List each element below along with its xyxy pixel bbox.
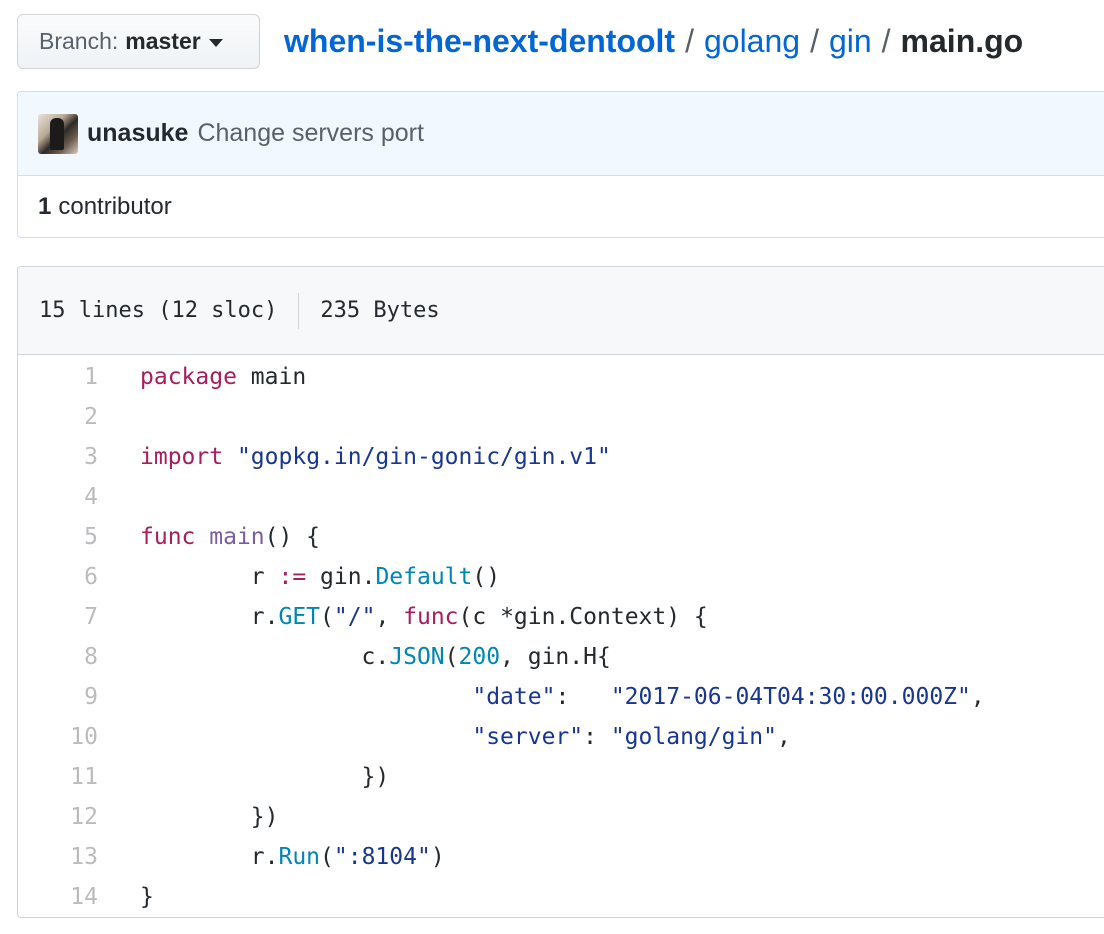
file-lines-info: 15 lines (12 sloc): [39, 298, 278, 323]
breadcrumb-golang-link[interactable]: golang: [704, 23, 800, 60]
line-number[interactable]: 4: [18, 484, 98, 510]
line-number[interactable]: 11: [18, 764, 98, 790]
code-line: 1 package main: [18, 357, 1104, 397]
code-content: c.JSON(200, gin.H{: [140, 644, 611, 670]
breadcrumb-gin-link[interactable]: gin: [829, 23, 872, 60]
code-line: 4: [18, 477, 1104, 517]
code-content: "server": "golang/gin",: [472, 724, 791, 750]
branch-label: Branch:: [39, 28, 119, 54]
breadcrumb: when-is-the-next-dentoolt / golang / gin…: [284, 19, 1023, 63]
contributors-count: 1: [38, 193, 52, 220]
line-number[interactable]: 7: [18, 604, 98, 630]
contributors-row[interactable]: 1 contributor: [18, 176, 1104, 237]
code-line: 7 r.GET("/", func(c *gin.Context) {: [18, 597, 1104, 637]
file-size: 235 Bytes: [320, 298, 440, 323]
contributors-label: contributor: [58, 193, 172, 220]
code-content: "date": "2017-06-04T04:30:00.000Z",: [472, 684, 985, 710]
file-viewer: 15 lines (12 sloc) 235 Bytes 1 package m…: [17, 266, 1104, 918]
code-line: 9 "date": "2017-06-04T04:30:00.000Z",: [18, 677, 1104, 717]
file-info-divider: [298, 292, 300, 329]
breadcrumb-file-name: main.go: [900, 22, 1024, 59]
line-number[interactable]: 14: [18, 884, 98, 910]
code-content: r.Run(":8104"): [140, 844, 445, 870]
line-number[interactable]: 12: [18, 804, 98, 830]
breadcrumb-separator: /: [810, 22, 819, 59]
code-line: 6 r := gin.Default(): [18, 557, 1104, 597]
code-content: import "gopkg.in/gin-gonic/gin.v1": [140, 444, 611, 470]
code-line: 11 }): [18, 757, 1104, 797]
code-content: r.GET("/", func(c *gin.Context) {: [140, 604, 708, 630]
code-content: r := gin.Default(): [140, 564, 501, 590]
code-line: 8 c.JSON(200, gin.H{: [18, 637, 1104, 677]
code-content: func main() {: [140, 524, 321, 550]
breadcrumb-separator: /: [685, 22, 694, 59]
code-content: }: [140, 884, 154, 910]
caret-down-icon: [208, 39, 223, 47]
breadcrumb-separator: /: [881, 22, 891, 59]
code-line: 10 "server": "golang/gin",: [18, 717, 1104, 757]
line-number[interactable]: 1: [18, 364, 98, 390]
commit-message-link[interactable]: Change servers port: [197, 119, 424, 148]
line-number[interactable]: 6: [18, 564, 98, 590]
code-content: }): [140, 764, 390, 790]
line-number[interactable]: 10: [18, 724, 98, 750]
line-number[interactable]: 9: [18, 684, 98, 710]
code-content: }): [140, 804, 279, 830]
code-line: 12 }): [18, 797, 1104, 837]
branch-select-button[interactable]: Branch: master: [17, 14, 260, 69]
line-number[interactable]: 2: [18, 404, 98, 430]
commit-tease: unasuke Change servers port 1 contributo…: [17, 91, 1104, 238]
code-line: 13 r.Run(":8104"): [18, 837, 1104, 877]
code-line: 2: [18, 397, 1104, 437]
code-line: 3 import "gopkg.in/gin-gonic/gin.v1": [18, 437, 1104, 477]
latest-commit-row: unasuke Change servers port: [18, 92, 1104, 176]
commit-author-link[interactable]: unasuke: [87, 119, 188, 148]
branch-name: master: [125, 28, 201, 54]
line-number[interactable]: 13: [18, 844, 98, 870]
line-number[interactable]: 3: [18, 444, 98, 470]
file-header: 15 lines (12 sloc) 235 Bytes: [18, 267, 1104, 355]
breadcrumb-repo-link[interactable]: when-is-the-next-dentoolt: [284, 23, 675, 60]
code-table: 1 package main 2 3 import "gopkg.in/gin-…: [18, 355, 1104, 917]
code-line: 5 func main() {: [18, 517, 1104, 557]
code-line: 14 }: [18, 877, 1104, 917]
line-number[interactable]: 8: [18, 644, 98, 670]
code-content: package main: [140, 364, 307, 390]
avatar[interactable]: [38, 113, 78, 154]
line-number[interactable]: 5: [18, 524, 98, 550]
